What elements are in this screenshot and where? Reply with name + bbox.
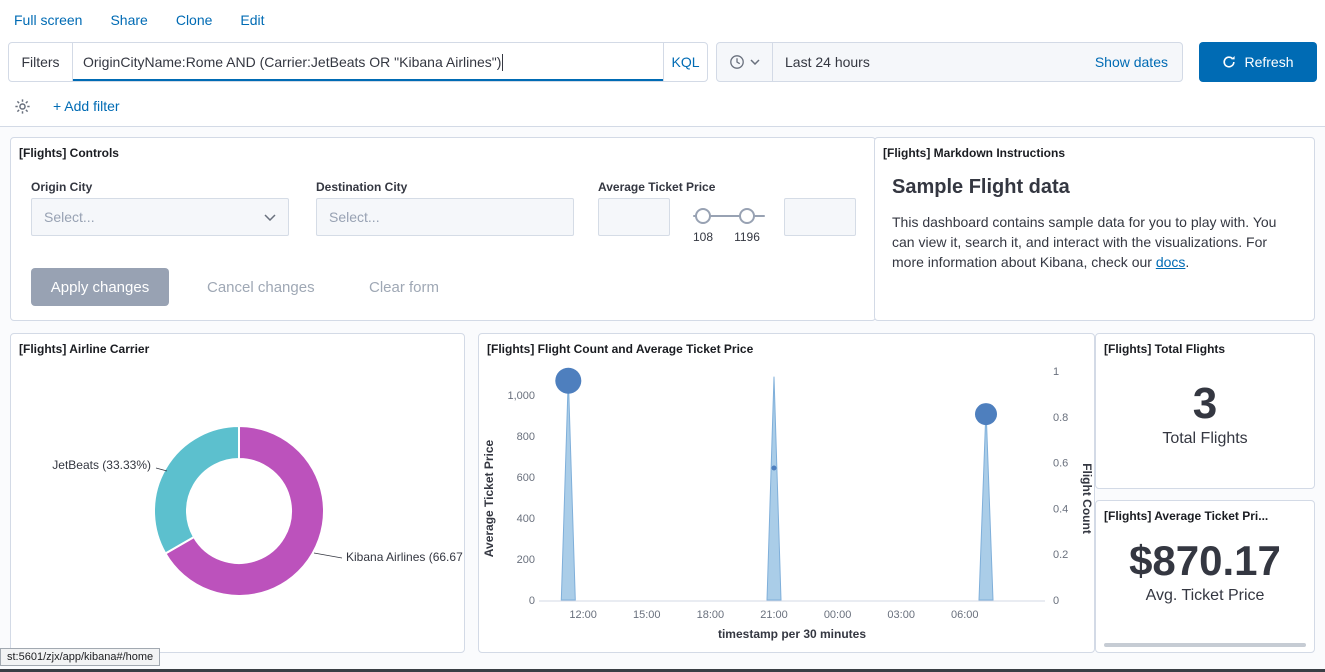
total-flights-value: 3: [1096, 378, 1314, 430]
svg-text:0.4: 0.4: [1053, 503, 1068, 515]
svg-text:Kibana Airlines (66.67: Kibana Airlines (66.67: [346, 550, 463, 564]
svg-text:200: 200: [517, 554, 535, 566]
svg-text:0: 0: [529, 595, 535, 607]
edit-link[interactable]: Edit: [240, 12, 264, 28]
kibana-dashboard-page: { "topnav": { "links": ["Full screen", "…: [0, 0, 1325, 672]
svg-text:Average Ticket Price: Average Ticket Price: [482, 439, 496, 557]
markdown-text-1: This dashboard contains sample data for …: [892, 214, 1276, 270]
donut-chart[interactable]: Kibana Airlines (66.67 JetBeats (33.33%): [11, 362, 464, 652]
time-picker: Last 24 hours Show dates: [716, 42, 1183, 82]
apply-changes-button[interactable]: Apply changes: [31, 268, 169, 306]
origin-city-label: Origin City: [31, 180, 92, 194]
panel-title: [Flights] Controls: [11, 138, 875, 160]
svg-text:0.8: 0.8: [1053, 412, 1068, 424]
search-query-input[interactable]: OriginCityName:Rome AND (Carrier:JetBeat…: [73, 43, 663, 81]
destination-city-select[interactable]: Select...: [316, 198, 574, 236]
timeseries-chart[interactable]: 0 200 400 600 800 1,000 0 0.2 0.4 0.6 0.8 1 12:00 15:…: [479, 362, 1094, 652]
refresh-icon: [1222, 55, 1236, 69]
markdown-body: This dashboard contains sample data for …: [892, 212, 1292, 272]
average-ticket-price-label: Average Ticket Price: [598, 180, 715, 194]
top-navigation: Full screen Share Clone Edit: [0, 0, 265, 40]
avg-ticket-price-value: $870.17: [1096, 535, 1314, 587]
price-slider-handle-max[interactable]: [739, 208, 755, 224]
panel-flight-count-price: [Flights] Flight Count and Average Ticke…: [478, 333, 1095, 653]
cancel-changes-button[interactable]: Cancel changes: [201, 268, 321, 306]
svg-text:Flight Count: Flight Count: [1080, 463, 1094, 534]
refresh-label: Refresh: [1244, 54, 1293, 70]
origin-city-placeholder: Select...: [44, 209, 95, 225]
origin-city-select[interactable]: Select...: [31, 198, 289, 236]
svg-text:0: 0: [1053, 595, 1059, 607]
docs-link[interactable]: docs: [1156, 254, 1186, 270]
browser-status-url: st:5601/zjx/app/kibana#/home: [0, 648, 160, 666]
svg-text:00:00: 00:00: [824, 609, 852, 621]
time-range-label[interactable]: Last 24 hours: [773, 54, 870, 70]
svg-text:06:00: 06:00: [951, 609, 979, 621]
panel-scrollbar[interactable]: [1104, 643, 1306, 647]
price-max-input[interactable]: [784, 198, 856, 236]
clear-form-button[interactable]: Clear form: [363, 268, 445, 306]
query-input-group: Filters OriginCityName:Rome AND (Carrier…: [8, 42, 708, 82]
panel-title: [Flights] Average Ticket Pri...: [1096, 501, 1314, 523]
chevron-down-icon: [264, 214, 276, 221]
query-bar: Filters OriginCityName:Rome AND (Carrier…: [8, 42, 1317, 82]
svg-text:18:00: 18:00: [697, 609, 725, 621]
markdown-text-2: .: [1185, 254, 1189, 270]
panel-airline-carrier: [Flights] Airline Carrier Kibana Airline…: [10, 333, 465, 653]
svg-text:400: 400: [517, 513, 535, 525]
query-text: OriginCityName:Rome AND (Carrier:JetBeat…: [83, 54, 501, 70]
svg-text:0.6: 0.6: [1053, 458, 1068, 470]
svg-text:12:00: 12:00: [569, 609, 597, 621]
panel-total-flights: [Flights] Total Flights 3 Total Flights: [1095, 333, 1315, 489]
chevron-down-icon: [750, 59, 760, 65]
filters-dropdown-button[interactable]: Filters: [9, 43, 73, 81]
panel-title: [Flights] Markdown Instructions: [875, 138, 1314, 160]
svg-text:03:00: 03:00: [887, 609, 915, 621]
svg-text:1: 1: [1053, 366, 1059, 378]
destination-city-label: Destination City: [316, 180, 407, 194]
price-min-value: 108: [687, 230, 719, 244]
kql-button[interactable]: KQL: [663, 43, 707, 81]
share-link[interactable]: Share: [110, 12, 147, 28]
avg-ticket-price-label: Avg. Ticket Price: [1096, 587, 1314, 605]
panel-title: [Flights] Flight Count and Average Ticke…: [479, 334, 1094, 356]
clock-icon: [729, 54, 745, 70]
svg-text:JetBeats (33.33%): JetBeats (33.33%): [52, 458, 151, 472]
time-picker-toggle[interactable]: [717, 43, 773, 81]
panel-markdown-instructions: [Flights] Markdown Instructions Sample F…: [874, 137, 1315, 321]
price-min-input[interactable]: [598, 198, 670, 236]
svg-text:800: 800: [517, 431, 535, 443]
panel-flights-controls: [Flights] Controls Origin City Select...…: [10, 137, 876, 321]
full-screen-link[interactable]: Full screen: [14, 12, 82, 28]
refresh-button[interactable]: Refresh: [1199, 42, 1317, 82]
panel-title: [Flights] Total Flights: [1096, 334, 1314, 356]
add-filter-link[interactable]: + Add filter: [53, 98, 120, 114]
destination-city-placeholder: Select...: [329, 209, 380, 225]
panel-title: [Flights] Airline Carrier: [11, 334, 464, 356]
gear-icon[interactable]: [14, 98, 31, 115]
svg-text:21:00: 21:00: [760, 609, 788, 621]
svg-text:15:00: 15:00: [633, 609, 661, 621]
total-flights-label: Total Flights: [1096, 430, 1314, 448]
svg-text:timestamp per 30 minutes: timestamp per 30 minutes: [718, 627, 866, 641]
dashboard-grid: [Flights] Controls Origin City Select...…: [0, 127, 1325, 669]
svg-text:600: 600: [517, 472, 535, 484]
panel-average-ticket-price: [Flights] Average Ticket Pri... $870.17 …: [1095, 500, 1315, 653]
svg-text:1,000: 1,000: [507, 390, 535, 402]
clone-link[interactable]: Clone: [176, 12, 213, 28]
svg-text:0.2: 0.2: [1053, 549, 1068, 561]
text-caret: [502, 54, 503, 71]
price-max-value: 1196: [727, 230, 767, 244]
price-slider-handle-min[interactable]: [695, 208, 711, 224]
show-dates-link[interactable]: Show dates: [1095, 54, 1182, 70]
markdown-heading: Sample Flight data: [892, 176, 1070, 199]
filter-row: + Add filter: [0, 86, 1325, 127]
